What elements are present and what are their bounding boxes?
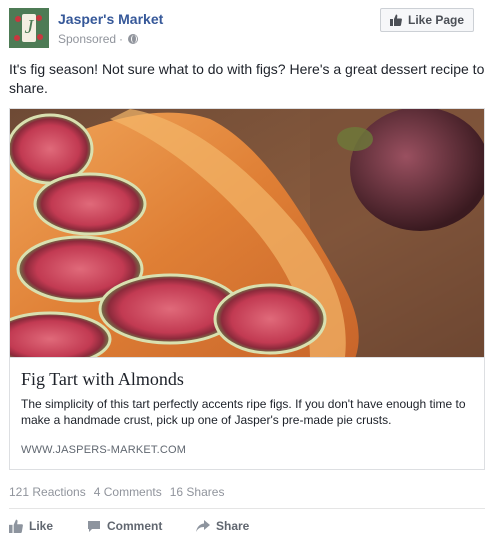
share-arrow-icon [196, 520, 210, 532]
actions-divider [9, 508, 485, 509]
page-avatar[interactable]: J [9, 8, 49, 48]
globe-icon[interactable] [128, 34, 139, 44]
link-description: The simplicity of this tart perfectly ac… [21, 397, 466, 427]
like-page-label: Like Page [407, 13, 465, 27]
thumbs-up-icon [389, 14, 402, 26]
action-bar: Like Comment Share [9, 516, 485, 536]
comment-button[interactable]: Comment [87, 516, 162, 536]
like-button[interactable]: Like [9, 516, 53, 536]
sponsored-label[interactable]: Sponsored [58, 32, 116, 46]
fig-tart-image [10, 109, 484, 357]
speech-bubble-icon [88, 520, 100, 532]
share-label: Share [216, 519, 250, 533]
link-domain: WWW.JASPERS-MARKET.COM [21, 444, 187, 456]
avatar-fig-dot [14, 35, 20, 41]
comment-label: Comment [107, 519, 163, 533]
page-name-link[interactable]: Jasper's Market [58, 11, 163, 27]
reactions-count[interactable]: 121 Reactions [9, 485, 86, 499]
like-page-button[interactable]: Like Page [380, 8, 474, 32]
link-preview-text[interactable]: Fig Tart with Almonds The simplicity of … [10, 357, 484, 469]
comments-count[interactable]: 4 Comments [94, 485, 162, 499]
like-label: Like [29, 519, 54, 533]
avatar-fig-dot [15, 16, 21, 22]
sponsored-meta: Sponsored · [58, 32, 139, 46]
link-preview-card[interactable]: Fig Tart with Almonds The simplicity of … [9, 108, 485, 470]
post-header: J Jasper's Market Sponsored · Like Page [9, 8, 489, 52]
post-message: It's fig season! Not sure what to do wit… [9, 61, 485, 96]
link-headline[interactable]: Fig Tart with Almonds [21, 369, 184, 390]
thumbs-up-icon [9, 519, 23, 533]
engagement-stats: 121 Reactions 4 Comments 16 Shares [9, 485, 224, 499]
fig-tart-photo[interactable] [10, 109, 484, 357]
meta-separator: · [119, 32, 124, 46]
avatar-fig-dot [36, 15, 42, 21]
shares-count[interactable]: 16 Shares [170, 485, 225, 499]
share-button[interactable]: Share [196, 516, 249, 536]
avatar-letter: J [24, 16, 34, 38]
avatar-fig-dot [37, 34, 43, 40]
